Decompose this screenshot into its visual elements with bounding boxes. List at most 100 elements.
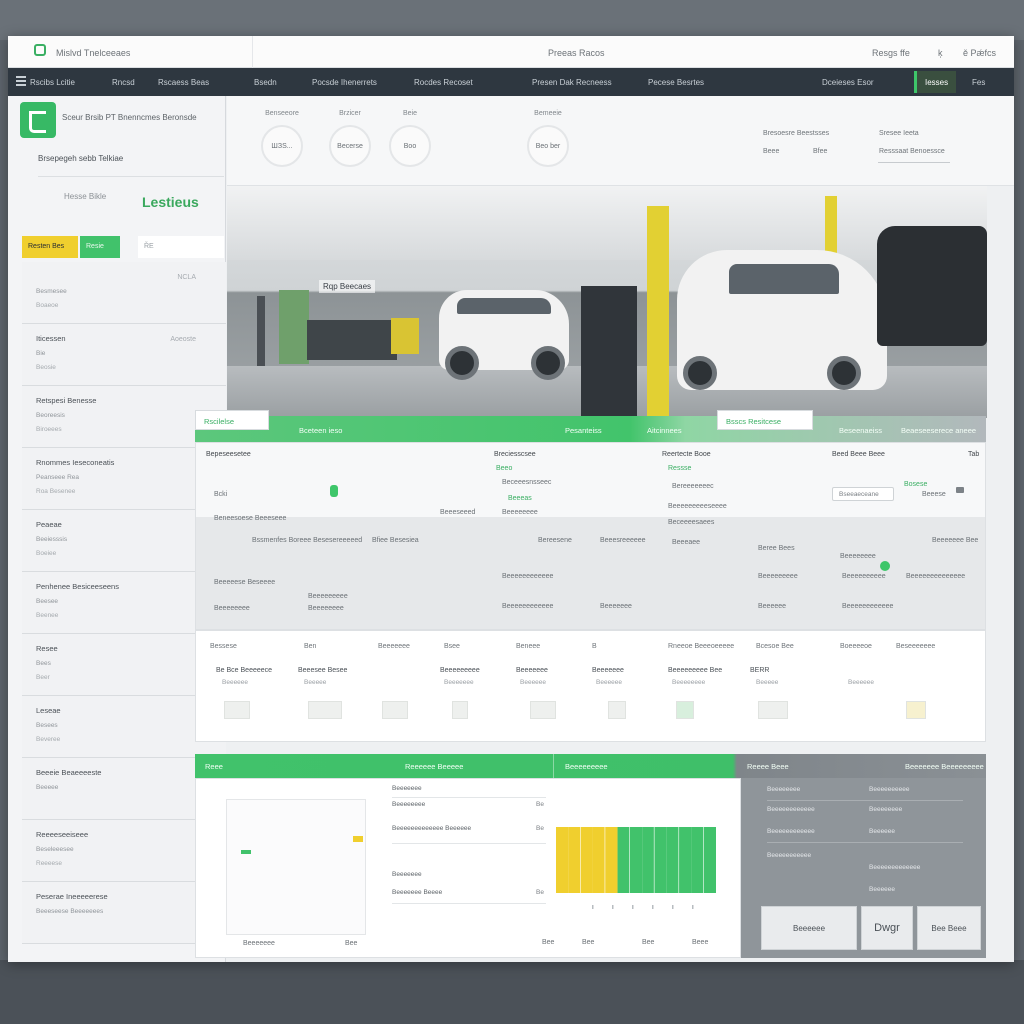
- brand-text: Sceur Brsib PT Bnenncmes Beronsde: [62, 113, 197, 122]
- grid-value: Beeesee Besee: [298, 667, 348, 674]
- grid-value: Beeeeeeeee Bee: [668, 667, 723, 674]
- sidebar-item-sub: Beeiesssis: [36, 536, 68, 543]
- section-tab[interactable]: Aitcinnees: [647, 426, 682, 435]
- bar-chart-svg: [556, 827, 716, 909]
- title-action-profile[interactable]: ě Pǽfcs: [963, 48, 996, 58]
- nav-item-9-active[interactable]: Iesses: [914, 71, 957, 93]
- side-list-item: Beeeeeeeeeee: [767, 852, 812, 859]
- data-col-title: Reertecte Booe: [662, 451, 711, 458]
- bottom-tab[interactable]: Reeeeee Beeeee: [405, 762, 463, 771]
- grid-thumbnail-icon[interactable]: [530, 701, 556, 719]
- hero-sign: Rqp Beecaes: [319, 280, 376, 293]
- bottom-tab[interactable]: Reeee Beee: [747, 762, 789, 771]
- section-tab[interactable]: Beseenaeiss: [839, 426, 882, 435]
- sidebar-item-title: Beeeie Beaeeeeste: [36, 768, 102, 777]
- data-col-title: Breciesscsee: [494, 451, 536, 458]
- bar: [592, 827, 605, 893]
- section-tab-highlight[interactable]: Bsscs Resitcese: [717, 410, 813, 430]
- sidebar-tab-2[interactable]: ŘE: [138, 236, 224, 258]
- grid-header: Boeeeeoe: [840, 643, 872, 650]
- nav-item-10[interactable]: Fes: [972, 78, 985, 87]
- grid-thumbnail-icon[interactable]: [224, 701, 250, 719]
- grid-sub: Beeeeeeee: [672, 679, 706, 686]
- grid-thumbnail-icon[interactable]: [452, 701, 468, 719]
- nav-item-6[interactable]: Presen Dak Recneess: [532, 78, 612, 87]
- grid-thumbnail-icon[interactable]: [906, 701, 926, 719]
- sidebar-item-value: NCLA: [177, 274, 196, 281]
- data-value: Bereeeeeeec: [672, 483, 714, 490]
- bar: [605, 827, 618, 893]
- list-item: Beeeeeee Beeee: [392, 889, 443, 896]
- x-tick: [592, 905, 594, 909]
- bottom-tab[interactable]: Reee: [205, 762, 223, 771]
- hero-rack: [257, 296, 265, 366]
- section-tab[interactable]: Pesanteiss: [565, 426, 602, 435]
- mini-card-footer: Beeeeeee: [243, 940, 275, 947]
- bar: [679, 827, 692, 893]
- sidebar-brand-name: Lestieus: [142, 194, 199, 210]
- stat-label: Benseeore: [265, 110, 299, 117]
- nav-item-4[interactable]: Pocsde Ihenerrets: [312, 78, 377, 87]
- sidebar-item-title: Retspesi Benesse: [36, 396, 97, 405]
- section-tab[interactable]: Beaeseeserece aneee: [901, 426, 976, 435]
- grid-sub: Beeeee: [304, 679, 327, 686]
- title-bar: Mislvd Tnelceeaes Preeas Racos Resgs ffe…: [8, 36, 1014, 68]
- stat-card[interactable]: Benseeore ШЗS...: [247, 110, 317, 167]
- hero-bin: [391, 318, 419, 354]
- hero-car-window: [729, 264, 839, 294]
- nav-item-0[interactable]: Rscibs Lcitie: [30, 78, 75, 87]
- grid-thumbnail-icon[interactable]: [382, 701, 408, 719]
- section-tab[interactable]: Bceteen ieso: [299, 426, 342, 435]
- table-cell: Beeeeeee Bee: [932, 537, 979, 544]
- stat-card[interactable]: Beie Boo: [375, 110, 445, 167]
- sidebar-item-sub: Beveree: [36, 736, 61, 743]
- chart-footer-label: Bee: [642, 939, 655, 946]
- data-panel: Bepeseesetee Bcki Beneesoese Beeeseee Br…: [195, 442, 986, 630]
- toggle-icon[interactable]: [956, 487, 964, 493]
- nav-item-5[interactable]: Rocdes Recoset: [414, 78, 473, 87]
- filter-dropdown[interactable]: Bseeaeceane: [832, 487, 894, 501]
- data-value: Beeo: [496, 465, 513, 472]
- table-cell: Beeeeeeeeeeee: [502, 603, 554, 610]
- grid-thumbnail-icon[interactable]: [758, 701, 788, 719]
- nav-item-8[interactable]: Dceieses Esor: [822, 78, 874, 87]
- bar: [703, 827, 716, 893]
- action-button-primary[interactable]: Beeeeee: [761, 906, 857, 950]
- grid-value: Beeeeeee: [516, 667, 548, 674]
- sidebar-tab-0[interactable]: Resten Bes: [22, 236, 78, 258]
- sidebar-item[interactable]: Iticessen Bie Beosie Aoeoste: [22, 324, 226, 386]
- grid-header: B: [592, 643, 597, 650]
- hamburger-menu-icon[interactable]: [16, 76, 26, 86]
- sidebar-item-sub: Beeeseese Beeeeeees: [36, 908, 104, 915]
- stat-card[interactable]: Bemeeie Beo ber: [513, 110, 583, 167]
- bottom-tab[interactable]: Beeeeeeeee: [565, 762, 608, 771]
- sidebar-item-title: Iticessen: [36, 334, 66, 343]
- action-button-tertiary[interactable]: Bee Beee: [917, 906, 981, 950]
- nav-item-2[interactable]: Rscaess Beas: [158, 78, 209, 87]
- grid-thumbnail-icon[interactable]: [308, 701, 342, 719]
- data-value: Beeese: [922, 491, 946, 498]
- grid-thumbnail-icon[interactable]: [676, 701, 694, 719]
- sidebar-item-sub: Beeeee: [36, 784, 59, 791]
- section-tab-active[interactable]: Rscilelse: [195, 410, 269, 430]
- side-list-item: Beeeeee: [869, 886, 896, 893]
- sidebar-tab-1[interactable]: Resie: [80, 236, 120, 258]
- side-list-item: Beeeeeeeeee: [869, 786, 910, 793]
- action-button-secondary[interactable]: Dwgr: [861, 906, 913, 950]
- sidebar-item-sub: Beosie: [36, 364, 56, 371]
- mini-chart-card[interactable]: Beeeeeee Bee: [226, 799, 366, 947]
- hero-pillar: [647, 206, 669, 418]
- nav-item-7[interactable]: Pecese Besrtes: [648, 78, 704, 87]
- grid-thumbnail-icon[interactable]: [608, 701, 626, 719]
- divider: [252, 36, 253, 68]
- title-action-account[interactable]: Resgs ffe: [872, 48, 910, 58]
- nav-item-3[interactable]: Bsedn: [254, 78, 277, 87]
- x-tick: [692, 905, 694, 909]
- sidebar-item[interactable]: Besmesee Boaeoe NCLA: [22, 262, 226, 324]
- side-list-item: Beeeeeeeeeeee: [767, 806, 815, 813]
- divider: [767, 800, 963, 801]
- bottom-tab[interactable]: Beeeeeee Beeeeeeeee: [905, 762, 984, 771]
- nav-item-1[interactable]: Rncsd: [112, 78, 135, 87]
- title-action-pin[interactable]: ķ: [938, 48, 943, 58]
- sidebar-item-sub: Roa Besenee: [36, 488, 76, 495]
